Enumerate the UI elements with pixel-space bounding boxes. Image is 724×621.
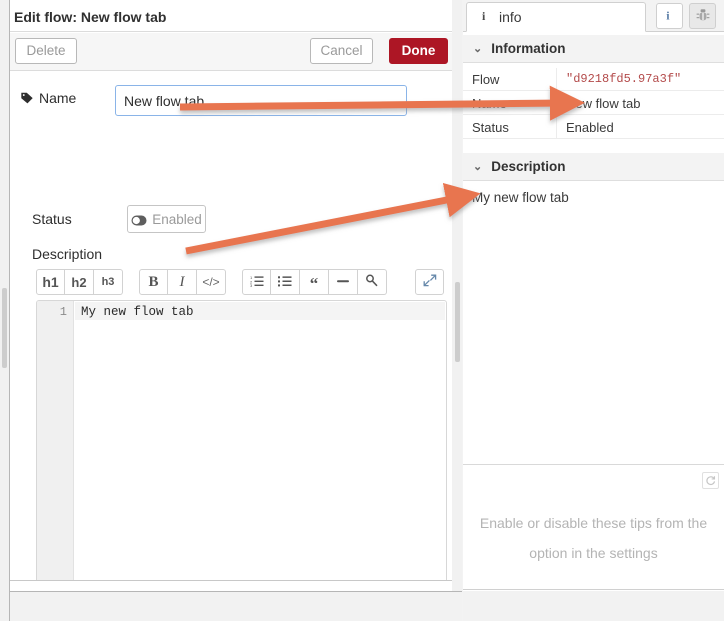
- status-label-text: Status: [32, 211, 72, 227]
- chevron-down-icon: ⌄: [473, 43, 483, 55]
- tips-panel: Enable or disable these tips from the op…: [463, 466, 724, 590]
- toggle-on-icon: [131, 214, 147, 225]
- svg-text:3: 3: [250, 283, 253, 287]
- edit-flow-panel: Edit flow: New flow tab Delete Cancel Do…: [0, 0, 462, 621]
- heading-2-button[interactable]: h2: [65, 269, 94, 295]
- unordered-list-icon: [278, 275, 292, 290]
- property-key: Flow: [472, 71, 500, 87]
- expand-icon: [423, 274, 437, 290]
- tips-line-2: option in the settings: [529, 545, 658, 561]
- blockquote-button[interactable]: “: [300, 269, 329, 295]
- app-root: Edit flow: New flow tab Delete Cancel Do…: [0, 0, 724, 621]
- refresh-icon: [705, 473, 716, 489]
- quote-icon: “: [309, 274, 319, 294]
- link-button[interactable]: [358, 269, 387, 295]
- done-button[interactable]: Done: [389, 38, 448, 64]
- tips-message: Enable or disable these tips from the op…: [463, 508, 724, 568]
- delete-button[interactable]: Delete: [15, 38, 77, 64]
- unordered-list-button[interactable]: [271, 269, 300, 295]
- info-sidebar: i info i ⌄ Information Flow "d9218fd5.97…: [463, 0, 724, 621]
- left-scrollbar-thumb[interactable]: [2, 288, 7, 368]
- svg-text:i: i: [666, 8, 670, 22]
- info-icon: i: [664, 8, 675, 25]
- svg-text:i: i: [482, 9, 486, 22]
- ordered-list-button[interactable]: 123: [242, 269, 271, 295]
- sidebar-footer: [463, 591, 724, 621]
- page-title: Edit flow: New flow tab: [10, 2, 461, 32]
- heading-3-button[interactable]: h3: [94, 269, 123, 295]
- debug-tab-button[interactable]: [689, 3, 716, 29]
- ordered-list-icon: 123: [250, 275, 264, 290]
- table-row: Status Enabled: [463, 116, 724, 139]
- table-row: Flow "d9218fd5.97a3f": [463, 68, 724, 91]
- left-edge-divider: [9, 0, 10, 621]
- property-key: Status: [472, 119, 509, 135]
- status-label: Status: [32, 211, 72, 227]
- edit-panel-footer: [10, 591, 462, 621]
- name-label-text: Name: [39, 90, 77, 106]
- edit-panel-scrollbar-thumb[interactable]: [455, 282, 460, 362]
- horizontal-rule-button[interactable]: [329, 269, 358, 295]
- property-value: "d9218fd5.97a3f": [556, 68, 724, 90]
- description-body-text: My new flow tab: [472, 190, 569, 205]
- information-section-header[interactable]: ⌄ Information: [463, 35, 724, 63]
- horizontal-rule-icon: [336, 275, 350, 290]
- status-toggle-label: Enabled: [152, 211, 202, 227]
- description-section-title: Description: [491, 159, 566, 174]
- tips-line-1: Enable or disable these tips from the: [479, 515, 708, 531]
- cancel-button[interactable]: Cancel: [310, 38, 373, 64]
- tag-icon: [20, 91, 34, 105]
- block-format-group: 123 “: [242, 269, 387, 295]
- left-scrollbar-track[interactable]: [0, 0, 9, 621]
- line-number: 1: [59, 305, 67, 319]
- description-section-header[interactable]: ⌄ Description: [463, 153, 724, 181]
- tab-info[interactable]: i info: [466, 2, 646, 32]
- italic-button[interactable]: I: [168, 269, 197, 295]
- info-tab-button[interactable]: i: [656, 3, 683, 29]
- status-toggle-button[interactable]: Enabled: [127, 205, 206, 233]
- description-label: Description: [32, 246, 103, 262]
- link-icon: [365, 274, 379, 290]
- name-label: Name: [20, 90, 76, 106]
- editor-content[interactable]: My new flow tab: [81, 305, 194, 319]
- code-button[interactable]: </>: [197, 269, 226, 295]
- property-value: New flow tab: [556, 92, 724, 114]
- edit-panel-toolbar: Delete Cancel Done: [10, 33, 461, 71]
- sidebar-empty-area: [463, 216, 724, 465]
- markdown-toolbar: h1 h2 h3 B I </> 123 “: [36, 269, 447, 295]
- edit-panel-scrollbar-track[interactable]: [452, 0, 462, 591]
- inline-format-group: B I </>: [139, 269, 226, 295]
- chevron-down-icon: ⌄: [473, 161, 483, 173]
- heading-1-button[interactable]: h1: [36, 269, 65, 295]
- description-editor[interactable]: 1 My new flow tab ?: [36, 300, 447, 580]
- info-icon: i: [480, 9, 491, 25]
- table-row: Name New flow tab: [463, 92, 724, 115]
- sidebar-tabbar: i info i: [463, 0, 724, 32]
- information-section-title: Information: [491, 41, 566, 56]
- property-key: Name: [472, 95, 507, 111]
- edit-form: Name Status Enabled Description h1 h2: [10, 72, 462, 581]
- expand-button[interactable]: [415, 269, 444, 295]
- heading-group: h1 h2 h3: [36, 269, 123, 295]
- bug-icon: [696, 8, 710, 25]
- editor-gutter: 1: [37, 301, 74, 580]
- tips-refresh-button[interactable]: [702, 472, 719, 489]
- expand-group: [415, 269, 444, 295]
- bold-button[interactable]: B: [139, 269, 168, 295]
- tab-info-label: info: [499, 9, 522, 25]
- property-value: Enabled: [556, 116, 724, 138]
- name-input[interactable]: [115, 85, 407, 116]
